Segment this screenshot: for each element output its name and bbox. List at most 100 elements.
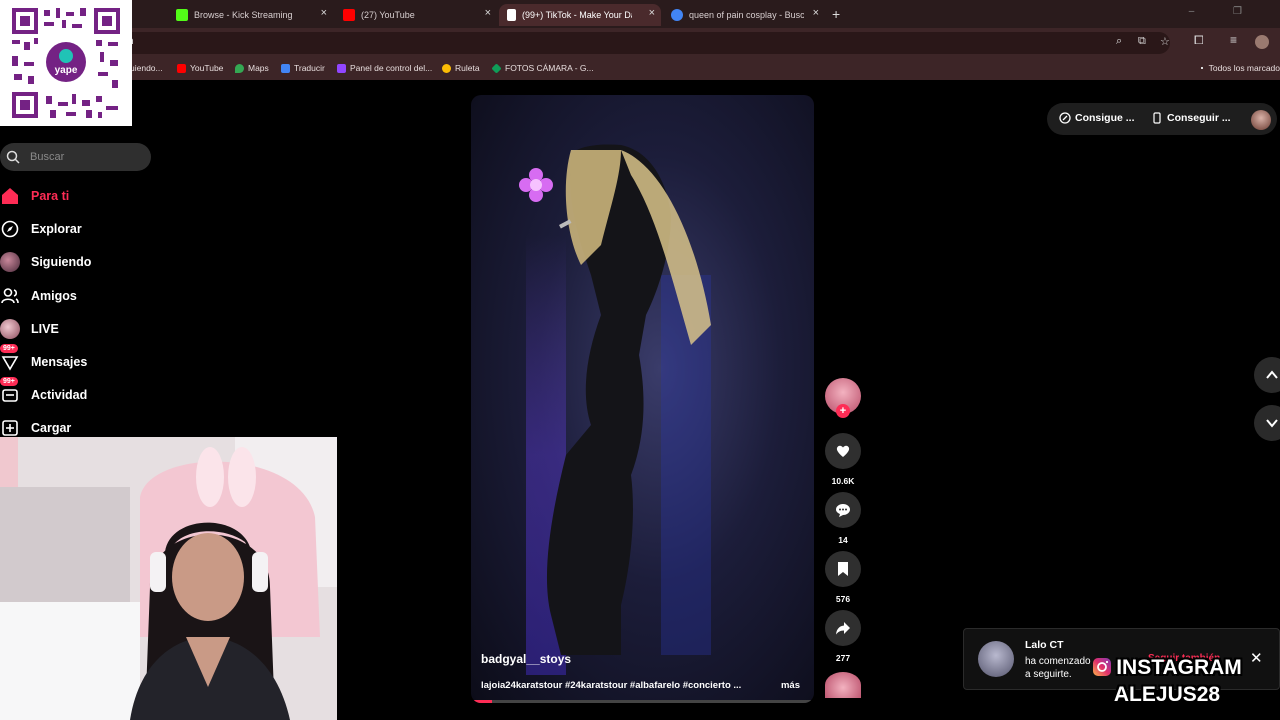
address-bar: n ⌕ ⧉ ☆	[0, 28, 1280, 58]
menu-icon[interactable]: ≡	[1230, 33, 1237, 47]
tab-tiktok[interactable]: (99+) TikTok - Make Your Da ×	[499, 4, 661, 26]
search-icon	[6, 150, 20, 164]
activity-badge: 99+	[0, 377, 18, 386]
sidebar-item-live[interactable]: LIVE	[0, 319, 59, 339]
qr-code: yape	[0, 0, 132, 126]
message-badge: 99+	[0, 344, 18, 353]
bookmark-label: Todos los marcado	[1208, 63, 1280, 73]
message-icon: 99+	[0, 344, 20, 372]
profile-icon[interactable]	[1255, 35, 1269, 49]
bookmark-label: Traducir	[294, 63, 325, 73]
tab-google[interactable]: queen of pain cosplay - Buscar ×	[663, 4, 825, 26]
comment-count: 14	[838, 535, 848, 545]
comment-icon	[836, 504, 850, 517]
comment-button[interactable]: 14	[825, 492, 861, 545]
user-avatar[interactable]	[1251, 110, 1271, 130]
heart-icon	[836, 445, 850, 457]
bookmark-item[interactable]: Traducir	[281, 63, 325, 73]
window-controls[interactable]: – ❐	[1189, 6, 1260, 17]
star-icon[interactable]: ☆	[1160, 35, 1170, 48]
google-icon	[671, 9, 683, 21]
tab-label: queen of pain cosplay - Buscar	[689, 10, 804, 20]
music-disc[interactable]	[825, 672, 861, 698]
bookmark-label: YouTube	[190, 63, 224, 73]
youtube-icon	[343, 9, 355, 21]
get-coins-button[interactable]: Consigue ...	[1059, 112, 1135, 124]
bookmark-label: FOTOS CÁMARA - G...	[505, 63, 594, 73]
bookmark-label: uiendo...	[130, 63, 163, 73]
sidebar-item-actividad[interactable]: 99+ Actividad	[0, 377, 87, 405]
chevron-up-icon	[1266, 370, 1278, 379]
twitch-icon	[337, 63, 346, 73]
bookmark-label: Maps	[248, 63, 269, 73]
like-count: 10.6K	[831, 476, 855, 486]
instagram-handle: ALEJUS28	[1113, 683, 1221, 706]
next-video-button[interactable]	[1254, 405, 1280, 441]
bookmark-label: Ruleta	[455, 63, 480, 73]
bookmarks-bar: uiendo... YouTube Maps Traducir Panel de…	[0, 58, 1280, 80]
search-input[interactable]: Buscar	[0, 143, 151, 171]
sidebar-item-siguiendo[interactable]: Siguiendo	[0, 252, 91, 272]
all-bookmarks[interactable]: Todos los marcado	[1200, 63, 1280, 73]
notification-avatar[interactable]	[978, 641, 1014, 677]
drive-icon	[491, 62, 502, 74]
webcam-feed	[0, 437, 337, 720]
sidebar-item-label: Explorar	[31, 222, 82, 236]
app-label: Conseguir ...	[1167, 112, 1231, 124]
bookmark-item[interactable]: Maps	[235, 63, 269, 73]
top-actions: Consigue ... Conseguir ...	[1047, 103, 1277, 135]
video-player[interactable]: badgyal__stoys lajoia24karatstour #24kar…	[471, 95, 814, 703]
activity-icon: 99+	[0, 377, 20, 405]
tab-label: (27) YouTube	[361, 10, 415, 20]
maps-icon	[235, 63, 244, 73]
friends-icon	[0, 286, 20, 306]
get-app-button[interactable]: Conseguir ...	[1151, 112, 1231, 124]
follow-plus-icon[interactable]: +	[836, 404, 850, 418]
new-tab-icon[interactable]: +	[832, 6, 840, 22]
browser-tab-bar: Browse - Kick Streaming × (27) YouTube ×…	[0, 0, 1280, 28]
install-icon[interactable]: ⧉	[1138, 35, 1146, 48]
qr-code-image: yape	[10, 6, 122, 120]
omnibox[interactable]: n ⌕ ⧉ ☆	[110, 32, 1170, 54]
sidebar-item-amigos[interactable]: Amigos	[0, 286, 77, 306]
phone-icon	[1153, 112, 1161, 124]
previous-video-button[interactable]	[1254, 357, 1280, 393]
bookmark-item[interactable]: Ruleta	[442, 63, 480, 73]
close-icon[interactable]: ✕	[1250, 649, 1263, 667]
kick-icon	[176, 9, 188, 21]
tiktok-icon	[507, 9, 516, 21]
coins-icon	[1059, 112, 1071, 124]
bookmark-item[interactable]: Panel de control del...	[337, 63, 432, 73]
bookmark-item[interactable]: YouTube	[177, 63, 223, 73]
zoom-icon[interactable]: ⌕	[1116, 35, 1122, 48]
close-icon[interactable]: ×	[649, 7, 655, 19]
sidebar-item-label: Siguiendo	[31, 255, 92, 269]
live-avatar	[0, 319, 20, 339]
share-button[interactable]: 277	[825, 610, 861, 663]
search-placeholder: Buscar	[30, 151, 65, 163]
close-icon[interactable]: ×	[321, 7, 327, 19]
sidebar-item-para-ti[interactable]: Para ti	[0, 186, 69, 206]
following-avatar	[0, 252, 20, 272]
sidebar-item-explorar[interactable]: Explorar	[0, 219, 82, 239]
notification-name[interactable]: Lalo CT	[1025, 639, 1064, 651]
bookmark-button[interactable]: 576	[825, 551, 861, 604]
close-icon[interactable]: ×	[485, 7, 491, 19]
bookmark-item[interactable]: uiendo...	[130, 63, 163, 73]
close-icon[interactable]: ×	[813, 7, 819, 19]
video-author[interactable]: badgyal__stoys	[481, 652, 571, 666]
translate-icon	[281, 63, 290, 73]
extensions-icon[interactable]: ⧠	[1194, 33, 1204, 48]
caption-more-link[interactable]: más	[781, 680, 800, 691]
compass-icon	[0, 219, 20, 239]
sidebar-item-label: Para ti	[31, 189, 70, 203]
tab-youtube[interactable]: (27) YouTube ×	[335, 4, 497, 26]
tab-kick[interactable]: Browse - Kick Streaming ×	[168, 4, 333, 26]
sidebar-item-cargar[interactable]: Cargar	[0, 418, 71, 438]
bookmark-item[interactable]: FOTOS CÁMARA - G...	[491, 62, 594, 74]
video-progress-bar[interactable]	[471, 700, 814, 703]
home-icon	[0, 186, 20, 206]
instagram-label: INSTAGRAM	[1116, 656, 1242, 679]
like-button[interactable]: 10.6K	[825, 433, 861, 486]
sidebar-item-mensajes[interactable]: 99+ Mensajes	[0, 344, 87, 372]
